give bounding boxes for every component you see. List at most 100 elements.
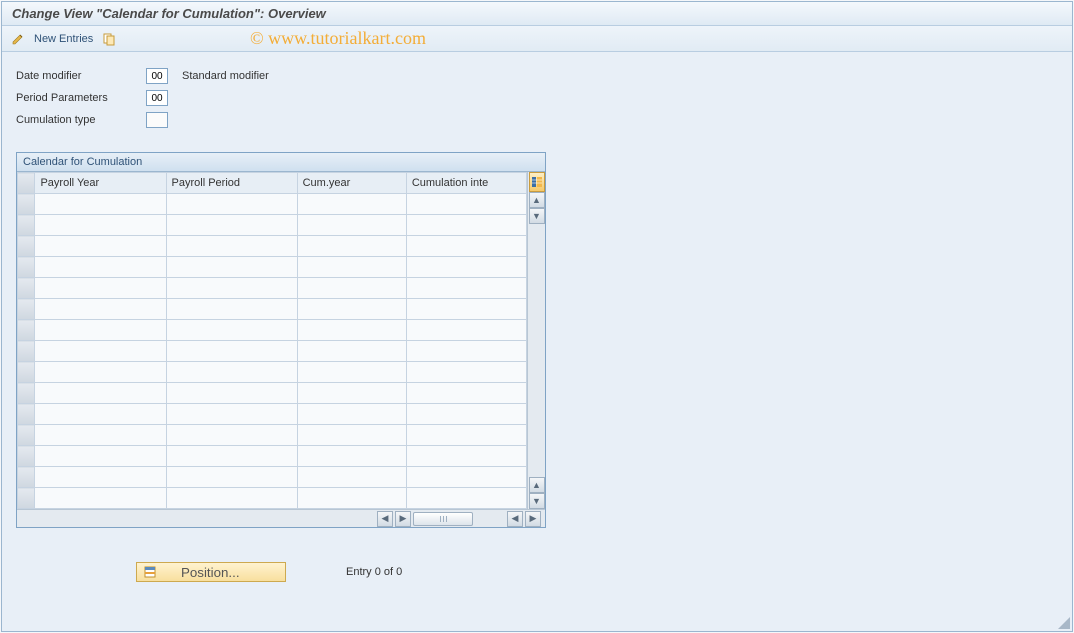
row-select-handle[interactable]: [18, 215, 35, 236]
row-select-handle[interactable]: [18, 194, 35, 215]
table-cell[interactable]: [166, 257, 297, 278]
table-settings-icon[interactable]: [529, 172, 545, 192]
table-cell[interactable]: [35, 320, 166, 341]
table-cell[interactable]: [35, 299, 166, 320]
table-cell[interactable]: [297, 341, 406, 362]
horizontal-scrollbar[interactable]: ◀ ▶ ◀ ▶: [17, 509, 545, 527]
row-select-handle[interactable]: [18, 425, 35, 446]
table-cell[interactable]: [35, 467, 166, 488]
table-cell[interactable]: [166, 278, 297, 299]
scroll-up-icon[interactable]: ▲: [529, 192, 545, 208]
table-row[interactable]: [18, 341, 527, 362]
table-cell[interactable]: [166, 362, 297, 383]
table-row[interactable]: [18, 215, 527, 236]
table-cell[interactable]: [297, 425, 406, 446]
table-cell[interactable]: [406, 278, 526, 299]
table-cell[interactable]: [297, 194, 406, 215]
table-row[interactable]: [18, 446, 527, 467]
toggle-edit-icon[interactable]: [10, 31, 26, 47]
table-row[interactable]: [18, 467, 527, 488]
row-select-handle[interactable]: [18, 446, 35, 467]
table-cell[interactable]: [166, 467, 297, 488]
table-cell[interactable]: [35, 194, 166, 215]
table-cell[interactable]: [406, 215, 526, 236]
row-select-handle[interactable]: [18, 341, 35, 362]
row-select-handle[interactable]: [18, 278, 35, 299]
scroll-down-icon[interactable]: ▼: [529, 493, 545, 509]
table-cell[interactable]: [406, 194, 526, 215]
table-cell[interactable]: [297, 467, 406, 488]
table-row[interactable]: [18, 278, 527, 299]
table-cell[interactable]: [166, 404, 297, 425]
table-cell[interactable]: [297, 299, 406, 320]
table-row[interactable]: [18, 194, 527, 215]
table-cell[interactable]: [406, 488, 526, 509]
table-cell[interactable]: [297, 383, 406, 404]
table-row[interactable]: [18, 404, 527, 425]
col-payroll-year[interactable]: Payroll Year: [35, 173, 166, 194]
row-select-handle[interactable]: [18, 383, 35, 404]
scroll-down-step-icon[interactable]: ▼: [529, 208, 545, 224]
table-cell[interactable]: [35, 488, 166, 509]
table-row[interactable]: [18, 383, 527, 404]
table-cell[interactable]: [406, 404, 526, 425]
copy-icon[interactable]: [101, 31, 117, 47]
table-row[interactable]: [18, 236, 527, 257]
hscroll-right-step-icon[interactable]: ▶: [395, 511, 411, 527]
table-cell[interactable]: [406, 362, 526, 383]
table-cell[interactable]: [297, 215, 406, 236]
hscroll-thumb[interactable]: [413, 512, 473, 526]
table-cell[interactable]: [166, 236, 297, 257]
table-cell[interactable]: [166, 425, 297, 446]
table-cell[interactable]: [406, 446, 526, 467]
table-cell[interactable]: [166, 215, 297, 236]
table-cell[interactable]: [297, 320, 406, 341]
table-cell[interactable]: [406, 383, 526, 404]
col-cum-year[interactable]: Cum.year: [297, 173, 406, 194]
table-cell[interactable]: [166, 320, 297, 341]
hscroll-left-step-icon[interactable]: ◀: [507, 511, 523, 527]
table-cell[interactable]: [297, 488, 406, 509]
row-select-handle[interactable]: [18, 257, 35, 278]
table-cell[interactable]: [297, 236, 406, 257]
table-cell[interactable]: [35, 341, 166, 362]
col-payroll-period[interactable]: Payroll Period: [166, 173, 297, 194]
table-cell[interactable]: [166, 383, 297, 404]
table-row[interactable]: [18, 299, 527, 320]
table-cell[interactable]: [35, 362, 166, 383]
table-row[interactable]: [18, 257, 527, 278]
date-modifier-input[interactable]: [146, 68, 168, 84]
table-cell[interactable]: [35, 383, 166, 404]
table-cell[interactable]: [406, 236, 526, 257]
table-cell[interactable]: [297, 257, 406, 278]
select-all-handle[interactable]: [18, 173, 35, 194]
table-cell[interactable]: [406, 341, 526, 362]
table-cell[interactable]: [406, 320, 526, 341]
table-cell[interactable]: [406, 257, 526, 278]
table-cell[interactable]: [166, 488, 297, 509]
new-entries-button[interactable]: New Entries: [34, 33, 93, 45]
table-cell[interactable]: [297, 404, 406, 425]
table-cell[interactable]: [166, 341, 297, 362]
row-select-handle[interactable]: [18, 320, 35, 341]
col-cumulation-inte[interactable]: Cumulation inte: [406, 173, 526, 194]
table-cell[interactable]: [297, 446, 406, 467]
position-button[interactable]: Position...: [136, 562, 286, 582]
table-cell[interactable]: [166, 194, 297, 215]
table-cell[interactable]: [35, 236, 166, 257]
table-cell[interactable]: [35, 257, 166, 278]
row-select-handle[interactable]: [18, 236, 35, 257]
table-cell[interactable]: [35, 215, 166, 236]
table-cell[interactable]: [166, 299, 297, 320]
table-row[interactable]: [18, 362, 527, 383]
table-cell[interactable]: [406, 425, 526, 446]
resize-handle-icon[interactable]: [1058, 617, 1070, 629]
table-row[interactable]: [18, 425, 527, 446]
table-cell[interactable]: [35, 404, 166, 425]
cumulation-type-input[interactable]: [146, 112, 168, 128]
row-select-handle[interactable]: [18, 299, 35, 320]
row-select-handle[interactable]: [18, 488, 35, 509]
table-cell[interactable]: [35, 425, 166, 446]
table-row[interactable]: [18, 320, 527, 341]
vertical-scrollbar[interactable]: ▲ ▼ ▲ ▼: [527, 172, 545, 509]
